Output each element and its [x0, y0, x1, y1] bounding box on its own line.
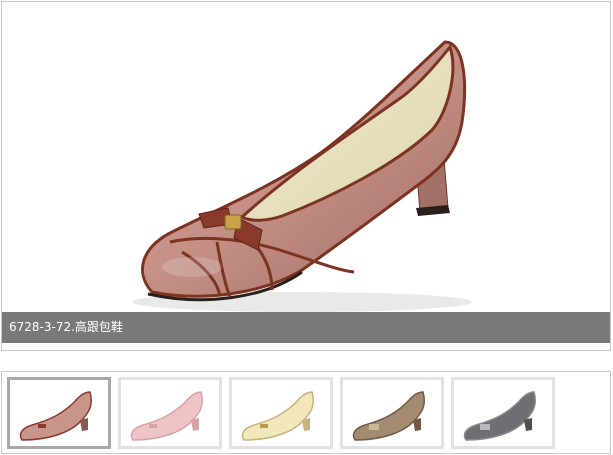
light-pink-pump-shoe-thumb-icon	[130, 391, 203, 441]
taupe-pump-shoe-thumb-icon	[352, 391, 425, 441]
pink-pump-shoe-thumb-icon	[19, 391, 92, 441]
pink-pump-shoe-icon	[132, 40, 472, 312]
thumbnail-3[interactable]	[229, 377, 333, 449]
cream-pump-shoe-thumb-icon	[241, 391, 314, 441]
thumbnail-1[interactable]	[7, 377, 111, 449]
thumbnail-2[interactable]	[118, 377, 222, 449]
main-image-viewer: 6728-3-72.高跟包鞋	[1, 1, 611, 351]
thumbnail-4[interactable]	[340, 377, 444, 449]
image-caption: 6728-3-72.高跟包鞋	[2, 312, 610, 343]
gray-pump-shoe-thumb-icon	[463, 391, 536, 441]
thumbnail-5[interactable]	[451, 377, 555, 449]
thumbnail-strip	[1, 371, 611, 454]
